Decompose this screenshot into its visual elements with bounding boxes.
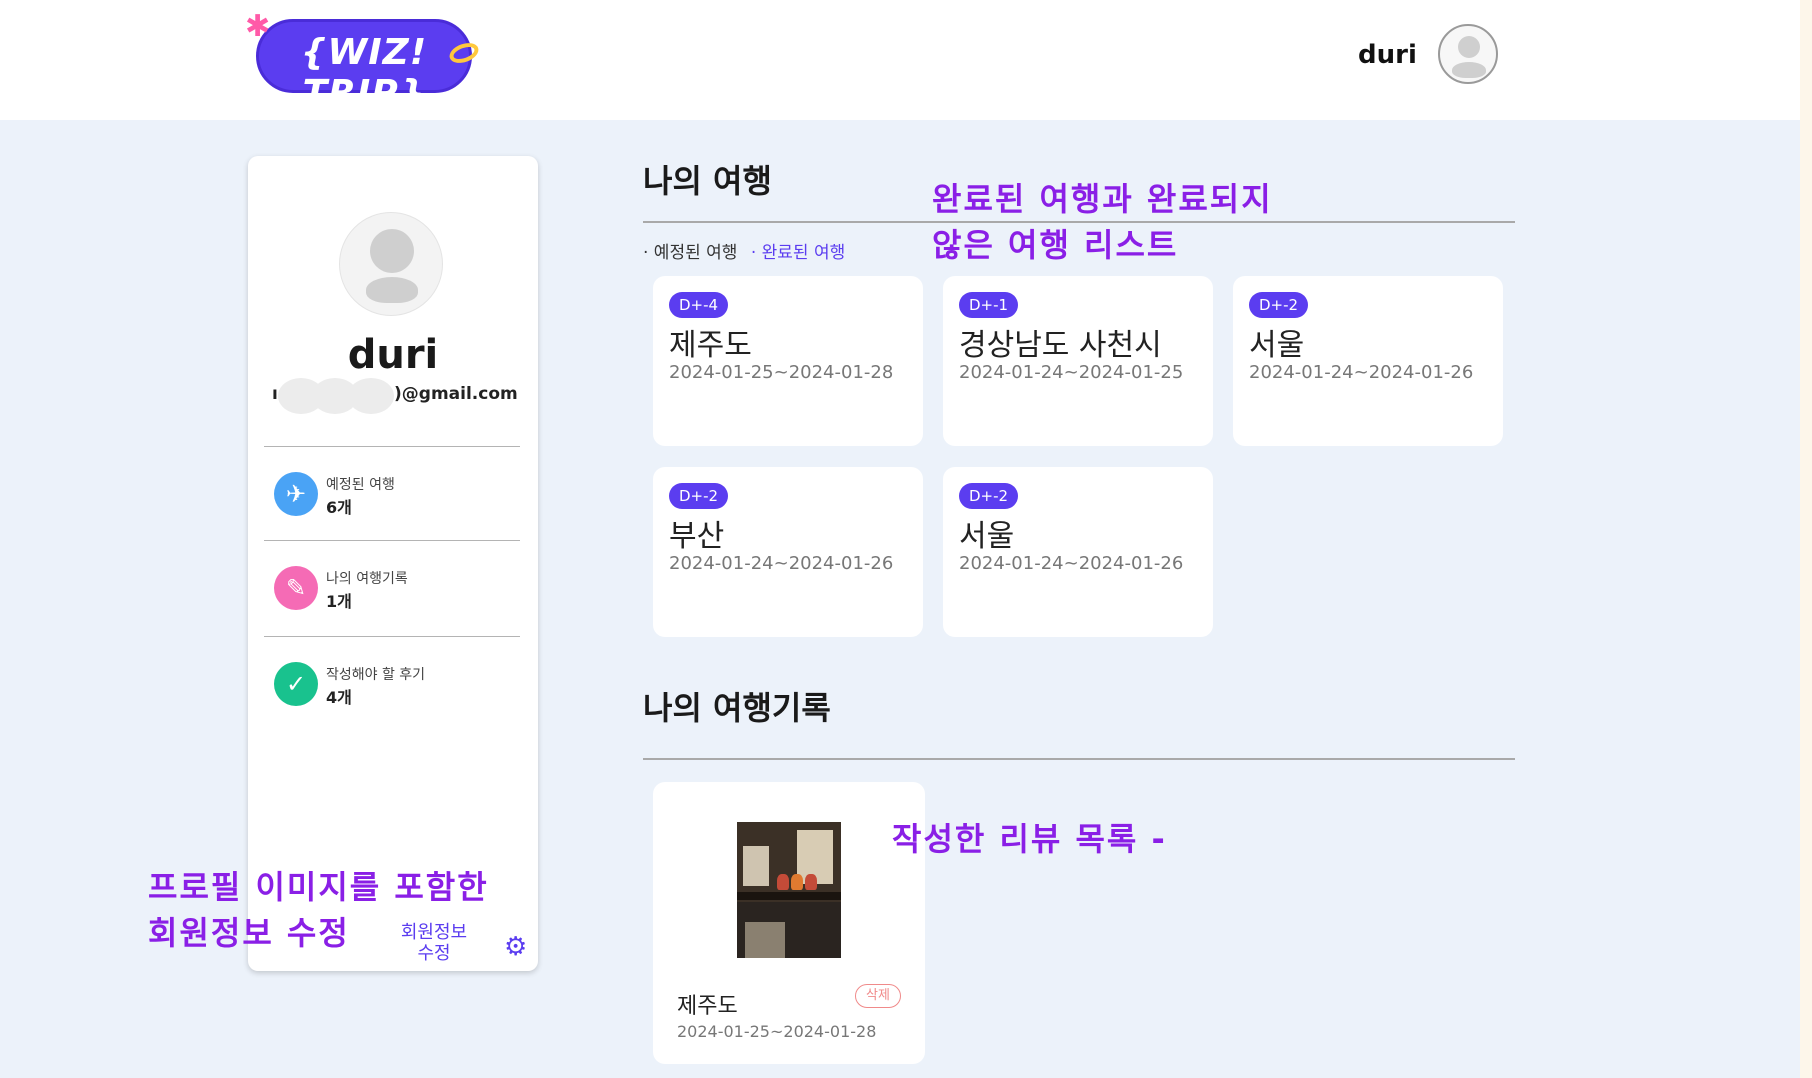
dday-badge: D+-2 xyxy=(1249,292,1309,318)
dday-badge: D+-2 xyxy=(959,483,1019,509)
divider xyxy=(264,636,520,637)
my-trips-title: 나의 여행 xyxy=(643,162,772,200)
stat-travel-records[interactable]: ✎ 나의 여행기록 1개 xyxy=(274,564,514,614)
photo-shape xyxy=(805,874,817,890)
dday-badge: D+-1 xyxy=(959,292,1019,318)
tab-completed-trips[interactable]: · 완료된 여행 xyxy=(751,243,845,263)
trip-card[interactable]: D+-4 제주도 2024-01-25~2024-01-28 xyxy=(653,276,923,446)
header-username[interactable]: duri xyxy=(1358,40,1417,70)
review-place: 제주도 xyxy=(677,994,738,1019)
email-redaction xyxy=(278,378,398,414)
photo-shape xyxy=(791,874,803,890)
avatar-head-shape xyxy=(1458,36,1480,58)
annotation-profile-line1: 프로필 이미지를 포함한 xyxy=(148,868,489,906)
top-header: {WIZ! TRIP} ✱ duri xyxy=(0,0,1800,120)
edit-profile-link[interactable]: 회원정보 수정 xyxy=(392,922,476,964)
avatar-body-shape xyxy=(1452,62,1486,78)
divider xyxy=(264,446,520,447)
trip-dates: 2024-01-24~2024-01-26 xyxy=(1249,362,1474,383)
trip-dates: 2024-01-25~2024-01-28 xyxy=(669,362,894,383)
stat-count: 6개 xyxy=(326,498,352,517)
stat-count: 4개 xyxy=(326,688,352,707)
profile-name: duri xyxy=(347,332,439,378)
photo-shape xyxy=(737,892,841,900)
review-photo[interactable] xyxy=(737,822,841,958)
trip-name: 경상남도 사천시 xyxy=(959,328,1162,363)
trip-name: 서울 xyxy=(959,519,1015,554)
pen-icon: ✎ xyxy=(274,566,318,610)
wiztrip-logo[interactable]: {WIZ! TRIP} ✱ xyxy=(245,12,482,114)
stat-pending-reviews[interactable]: ✓ 작성해야 할 후기 4개 xyxy=(274,660,514,710)
avatar-head-shape xyxy=(370,229,414,273)
divider xyxy=(264,540,520,541)
trip-name: 제주도 xyxy=(669,328,752,363)
tab-upcoming-trips[interactable]: · 예정된 여행 xyxy=(643,243,737,263)
profile-card: duri ı )@gmail.com ✈ 예정된 여행 6개 ✎ 나의 여행기록… xyxy=(248,156,538,971)
trip-dates: 2024-01-24~2024-01-25 xyxy=(959,362,1184,383)
logo-text: {WIZ! TRIP} xyxy=(300,32,428,114)
delete-button[interactable]: 삭제 xyxy=(855,984,901,1008)
photo-shape xyxy=(777,874,789,890)
trip-card[interactable]: D+-1 경상남도 사천시 2024-01-24~2024-01-25 xyxy=(943,276,1213,446)
stat-label: 예정된 여행 xyxy=(326,477,395,493)
trip-name: 부산 xyxy=(669,519,725,554)
trip-dates: 2024-01-24~2024-01-26 xyxy=(959,553,1184,574)
stat-label: 나의 여행기록 xyxy=(326,571,408,587)
dday-badge: D+-4 xyxy=(669,292,729,318)
annotation-trips-line2: 않은 여행 리스트 xyxy=(932,226,1179,264)
trip-dates: 2024-01-24~2024-01-26 xyxy=(669,553,894,574)
trip-card[interactable]: D+-2 서울 2024-01-24~2024-01-26 xyxy=(943,467,1213,637)
review-dates: 2024-01-25~2024-01-28 xyxy=(677,1022,877,1041)
email-left-part: ı xyxy=(272,384,278,404)
annotation-trips-line1: 완료된 여행과 완료되지 xyxy=(932,180,1273,218)
asterisk-icon: ✱ xyxy=(245,9,271,44)
stat-label: 작성해야 할 후기 xyxy=(326,667,426,683)
my-records-title: 나의 여행기록 xyxy=(643,689,831,727)
header-avatar[interactable] xyxy=(1438,24,1498,84)
right-edge-strip xyxy=(1800,0,1812,1078)
review-card[interactable]: 제주도 2024-01-25~2024-01-28 삭제 xyxy=(653,782,925,1064)
trip-name: 서울 xyxy=(1249,328,1305,363)
trip-filter-tabs: · 예정된 여행 · 완료된 여행 xyxy=(643,238,853,263)
airplane-icon: ✈ xyxy=(274,472,318,516)
email-right-part: )@gmail.com xyxy=(394,384,518,404)
section-divider xyxy=(643,758,1515,760)
stat-upcoming-trips[interactable]: ✈ 예정된 여행 6개 xyxy=(274,470,514,520)
photo-shape xyxy=(745,922,785,958)
photo-shape xyxy=(743,846,769,886)
stat-count: 1개 xyxy=(326,592,352,611)
trip-card[interactable]: D+-2 부산 2024-01-24~2024-01-26 xyxy=(653,467,923,637)
annotation-profile-line2: 회원정보 수정 xyxy=(148,914,350,952)
trip-card[interactable]: D+-2 서울 2024-01-24~2024-01-26 xyxy=(1233,276,1503,446)
check-icon: ✓ xyxy=(274,662,318,706)
dday-badge: D+-2 xyxy=(669,483,729,509)
avatar-body-shape xyxy=(366,277,418,303)
gear-icon[interactable]: ⚙ xyxy=(504,934,527,960)
profile-avatar[interactable] xyxy=(339,212,443,316)
annotation-reviews: 작성한 리뷰 목록 - xyxy=(892,820,1167,858)
